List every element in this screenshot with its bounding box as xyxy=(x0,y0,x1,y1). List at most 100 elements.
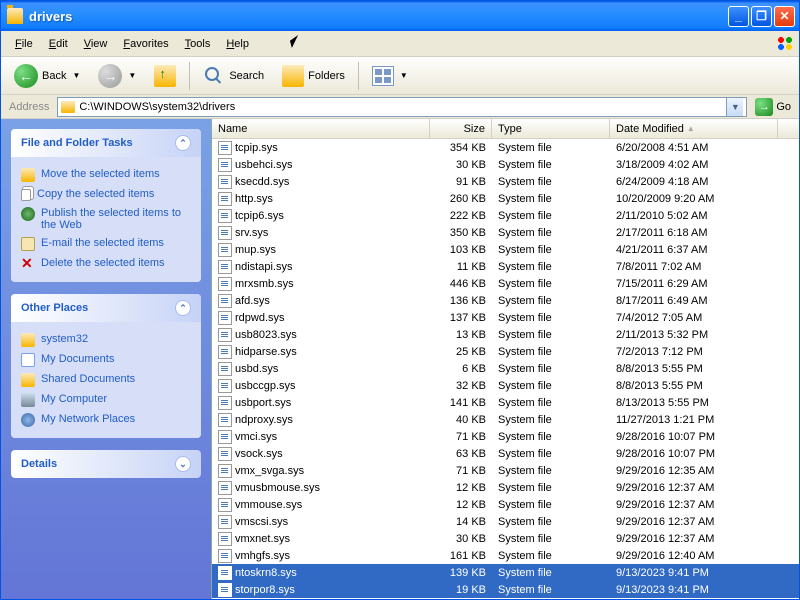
column-header-size[interactable]: Size xyxy=(430,119,492,138)
file-row[interactable]: usb8023.sys13 KBSystem file2/11/2013 5:3… xyxy=(212,326,799,343)
close-button[interactable]: ✕ xyxy=(774,6,795,27)
minimize-button[interactable]: _ xyxy=(728,6,749,27)
place-link[interactable]: My Computer xyxy=(21,390,191,410)
file-row[interactable]: http.sys260 KBSystem file10/20/2009 9:20… xyxy=(212,190,799,207)
file-row[interactable]: usbport.sys141 KBSystem file8/13/2013 5:… xyxy=(212,394,799,411)
file-icon xyxy=(218,396,232,410)
menu-label: Edit xyxy=(49,38,68,50)
file-icon xyxy=(218,362,232,376)
views-icon xyxy=(372,66,394,86)
file-row[interactable]: tcpip6.sys222 KBSystem file2/11/2010 5:0… xyxy=(212,207,799,224)
file-row[interactable]: tcpip.sys354 KBSystem file6/20/2008 4:51… xyxy=(212,139,799,156)
file-row[interactable]: ntoskrn8.sys139 KBSystem file9/13/2023 9… xyxy=(212,564,799,581)
back-button[interactable]: ← Back ▼ xyxy=(7,60,87,92)
chevron-up-icon[interactable]: ⌃ xyxy=(175,300,191,316)
file-row[interactable]: usbccgp.sys32 KBSystem file8/8/2013 5:55… xyxy=(212,377,799,394)
details-panel: Details ⌄ xyxy=(11,450,201,478)
file-row[interactable]: ndistapi.sys11 KBSystem file7/8/2011 7:0… xyxy=(212,258,799,275)
file-icon xyxy=(218,175,232,189)
file-row[interactable]: mrxsmb.sys446 KBSystem file7/15/2011 6:2… xyxy=(212,275,799,292)
file-row[interactable]: vmx_svga.sys71 KBSystem file9/29/2016 12… xyxy=(212,462,799,479)
sort-ascending-icon: ▲ xyxy=(687,124,695,133)
chevron-up-icon[interactable]: ⌃ xyxy=(175,135,191,151)
file-row[interactable]: afd.sys136 KBSystem file8/17/2011 6:49 A… xyxy=(212,292,799,309)
panel-header[interactable]: File and Folder Tasks ⌃ xyxy=(11,129,201,157)
file-type: System file xyxy=(492,482,610,494)
menu-edit[interactable]: Edit xyxy=(41,35,76,53)
column-header-date[interactable]: Date Modified▲ xyxy=(610,119,778,138)
menu-label: Help xyxy=(226,38,249,50)
task-link[interactable]: E-mail the selected items xyxy=(21,234,191,254)
file-size: 260 KB xyxy=(430,193,492,205)
task-icon xyxy=(21,237,35,251)
file-row[interactable]: vsock.sys63 KBSystem file9/28/2016 10:07… xyxy=(212,445,799,462)
menu-tools[interactable]: Tools xyxy=(177,35,219,53)
file-date: 7/8/2011 7:02 AM xyxy=(610,261,778,273)
file-row[interactable]: storpor8.sys19 KBSystem file9/13/2023 9:… xyxy=(212,581,799,598)
maximize-button[interactable]: ❐ xyxy=(751,6,772,27)
folders-icon xyxy=(282,65,304,87)
menu-view[interactable]: View xyxy=(76,35,116,53)
chevron-down-icon[interactable]: ▼ xyxy=(72,71,80,80)
views-button[interactable]: ▼ xyxy=(365,62,415,90)
file-row[interactable]: vmscsi.sys14 KBSystem file9/29/2016 12:3… xyxy=(212,513,799,530)
chevron-down-icon[interactable]: ▼ xyxy=(128,71,136,80)
menu-file[interactable]: File xyxy=(7,35,41,53)
window-title: drivers xyxy=(29,9,728,24)
file-row[interactable]: vmusbmouse.sys12 KBSystem file9/29/2016 … xyxy=(212,479,799,496)
file-row[interactable]: vmci.sys71 KBSystem file9/28/2016 10:07 … xyxy=(212,428,799,445)
file-size: 25 KB xyxy=(430,346,492,358)
file-size: 446 KB xyxy=(430,278,492,290)
file-type: System file xyxy=(492,414,610,426)
panel-body: system32My DocumentsShared DocumentsMy C… xyxy=(11,322,201,438)
file-row[interactable]: vmhgfs.sys161 KBSystem file9/29/2016 12:… xyxy=(212,547,799,564)
file-icon xyxy=(218,192,232,206)
file-date: 8/8/2013 5:55 PM xyxy=(610,363,778,375)
place-link[interactable]: Shared Documents xyxy=(21,370,191,390)
place-link[interactable]: system32 xyxy=(21,330,191,350)
panel-header[interactable]: Other Places ⌃ xyxy=(11,294,201,322)
file-row[interactable]: vmmouse.sys12 KBSystem file9/29/2016 12:… xyxy=(212,496,799,513)
task-link[interactable]: Move the selected items xyxy=(21,165,191,185)
menu-help[interactable]: Help xyxy=(218,35,257,53)
chevron-down-icon[interactable]: ▼ xyxy=(400,71,408,80)
file-name: tcpip.sys xyxy=(235,142,278,154)
file-row[interactable]: srv.sys350 KBSystem file2/17/2011 6:18 A… xyxy=(212,224,799,241)
panel-header[interactable]: Details ⌄ xyxy=(11,450,201,478)
go-button[interactable]: → Go xyxy=(751,97,795,117)
file-icon xyxy=(218,243,232,257)
file-row[interactable]: mup.sys103 KBSystem file4/21/2011 6:37 A… xyxy=(212,241,799,258)
column-header-name[interactable]: Name xyxy=(212,119,430,138)
folders-button[interactable]: Folders xyxy=(275,61,352,91)
file-row[interactable]: usbd.sys6 KBSystem file8/8/2013 5:55 PM xyxy=(212,360,799,377)
file-type: System file xyxy=(492,533,610,545)
title-bar[interactable]: drivers _ ❐ ✕ xyxy=(1,1,799,31)
place-link[interactable]: My Documents xyxy=(21,350,191,370)
menu-favorites[interactable]: Favorites xyxy=(115,35,176,53)
file-row[interactable]: ksecdd.sys91 KBSystem file6/24/2009 4:18… xyxy=(212,173,799,190)
address-dropdown[interactable]: ▼ xyxy=(726,98,743,116)
sidebar: File and Folder Tasks ⌃ Move the selecte… xyxy=(1,119,211,599)
file-row[interactable]: hidparse.sys25 KBSystem file7/2/2013 7:1… xyxy=(212,343,799,360)
address-input[interactable]: C:\WINDOWS\system32\drivers ▼ xyxy=(57,97,747,117)
search-button[interactable]: Search xyxy=(196,61,271,91)
chevron-down-icon[interactable]: ⌄ xyxy=(175,456,191,472)
forward-button[interactable]: → ▼ xyxy=(91,60,143,92)
place-link[interactable]: My Network Places xyxy=(21,410,191,430)
task-link[interactable]: Publish the selected items to the Web xyxy=(21,204,191,234)
file-list[interactable]: tcpip.sys354 KBSystem file6/20/2008 4:51… xyxy=(212,139,799,599)
column-header-type[interactable]: Type xyxy=(492,119,610,138)
task-link[interactable]: ✕Delete the selected items xyxy=(21,254,191,274)
file-size: 161 KB xyxy=(430,550,492,562)
up-button[interactable] xyxy=(147,61,183,91)
file-icon xyxy=(218,209,232,223)
file-row[interactable]: rdpwd.sys137 KBSystem file7/4/2012 7:05 … xyxy=(212,309,799,326)
file-row[interactable]: ndproxy.sys40 KBSystem file11/27/2013 1:… xyxy=(212,411,799,428)
file-row[interactable]: usbehci.sys30 KBSystem file3/18/2009 4:0… xyxy=(212,156,799,173)
file-size: 13 KB xyxy=(430,329,492,341)
panel-body: Move the selected itemsCopy the selected… xyxy=(11,157,201,282)
file-row[interactable]: vmxnet.sys30 KBSystem file9/29/2016 12:3… xyxy=(212,530,799,547)
window-buttons: _ ❐ ✕ xyxy=(728,6,795,27)
panel-title: File and Folder Tasks xyxy=(21,137,133,149)
task-link[interactable]: Copy the selected items xyxy=(21,185,191,204)
